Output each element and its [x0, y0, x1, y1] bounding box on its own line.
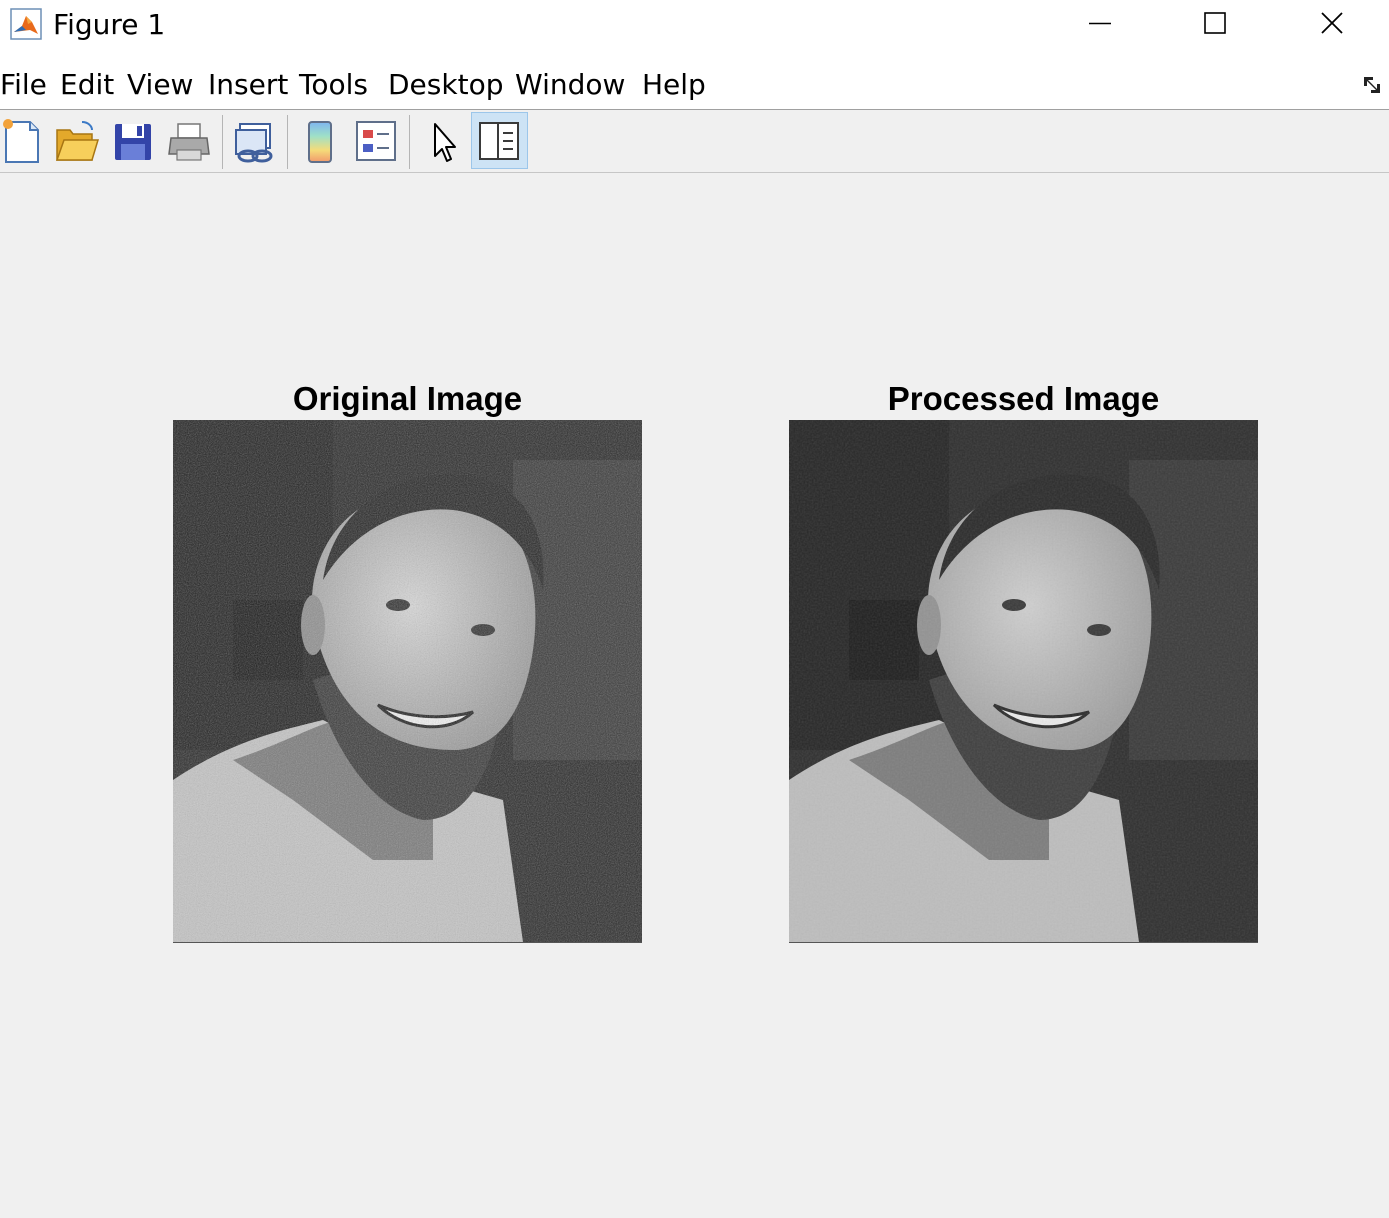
edit-plot-cursor-icon: [434, 123, 456, 162]
insert-legend-button[interactable]: [351, 116, 401, 166]
title-bar: Figure 1: [0, 0, 1389, 50]
menu-view[interactable]: View: [127, 67, 193, 103]
property-inspector-button[interactable]: [471, 112, 528, 169]
axes-title: Processed Image: [887, 380, 1160, 417]
insert-colorbar-button[interactable]: [295, 116, 345, 166]
menu-help[interactable]: Help: [642, 67, 706, 103]
close-icon: [1321, 12, 1343, 34]
figure-toolbar: [0, 110, 1389, 173]
menu-bar: File Edit View Insert Tools Desktop Wind…: [0, 50, 1389, 110]
new-figure-icon: [3, 119, 39, 163]
close-button[interactable]: [1274, 0, 1389, 48]
dock-figure-icon[interactable]: [1361, 72, 1385, 96]
new-figure-button[interactable]: [0, 116, 50, 166]
menu-tools[interactable]: Tools: [299, 67, 368, 103]
original-image[interactable]: [173, 420, 642, 943]
axes-original[interactable]: Original Image: [173, 380, 642, 943]
minimize-button[interactable]: [1042, 0, 1158, 48]
save-icon: [115, 124, 151, 160]
print-icon: [168, 123, 210, 161]
menu-desktop[interactable]: Desktop: [388, 67, 503, 103]
portrait-photo-image: [173, 420, 642, 942]
open-file-button[interactable]: [52, 116, 102, 166]
portrait-photo-image: [789, 420, 1258, 942]
toolbar-separator: [409, 115, 410, 169]
print-button[interactable]: [165, 116, 215, 166]
maximize-icon: [1204, 12, 1226, 34]
link-plot-icon: [235, 123, 273, 163]
menu-file[interactable]: File: [0, 67, 47, 103]
colorbar-icon: [308, 121, 332, 163]
toolbar-separator: [222, 115, 223, 169]
legend-icon: [356, 121, 396, 161]
toolbar-separator: [287, 115, 288, 169]
menu-edit[interactable]: Edit: [60, 67, 114, 103]
axes-processed[interactable]: Processed Image: [789, 380, 1258, 943]
menu-window[interactable]: Window: [515, 67, 625, 103]
edit-plot-button[interactable]: [419, 116, 469, 166]
axes-title: Original Image: [292, 380, 523, 417]
maximize-button[interactable]: [1158, 0, 1274, 48]
menu-insert[interactable]: Insert: [208, 67, 288, 103]
property-inspector-icon: [479, 122, 519, 160]
save-button[interactable]: [109, 116, 159, 166]
minimize-icon: [1089, 22, 1111, 25]
window-title: Figure 1: [53, 8, 166, 41]
processed-image[interactable]: [789, 420, 1258, 943]
link-plot-button[interactable]: [230, 116, 280, 166]
matlab-app-icon: [10, 8, 42, 40]
open-file-icon: [55, 121, 100, 161]
